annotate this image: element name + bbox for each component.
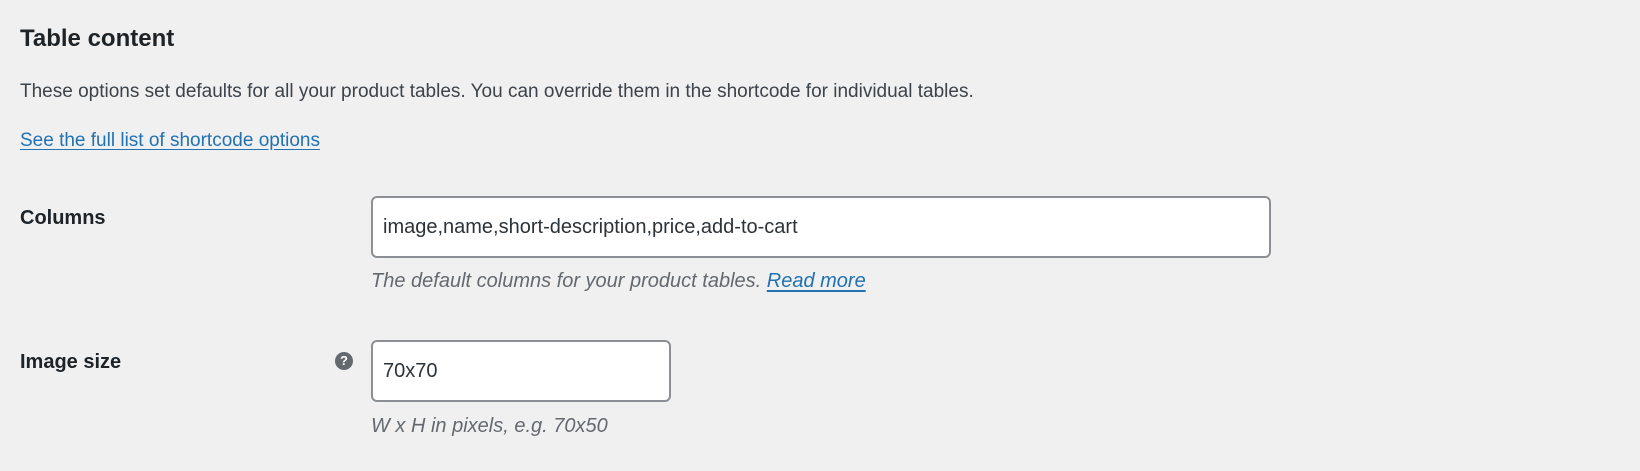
shortcode-options-link[interactable]: See the full list of shortcode options xyxy=(20,127,320,155)
section-title: Table content xyxy=(20,25,175,52)
help-icon[interactable]: ? xyxy=(335,352,353,370)
image-size-description: W x H in pixels, e.g. 70x50 xyxy=(371,415,608,437)
read-more-link[interactable]: Read more xyxy=(767,270,866,292)
columns-label: Columns xyxy=(20,207,106,229)
settings-page: Table content These options set defaults… xyxy=(0,0,1640,471)
section-description: These options set defaults for all your … xyxy=(20,81,974,102)
image-size-input[interactable] xyxy=(371,340,671,402)
columns-description: The default columns for your product tab… xyxy=(371,267,866,295)
columns-input[interactable] xyxy=(371,196,1271,258)
image-size-label: Image size xyxy=(20,351,122,373)
columns-description-text: The default columns for your product tab… xyxy=(371,270,762,292)
